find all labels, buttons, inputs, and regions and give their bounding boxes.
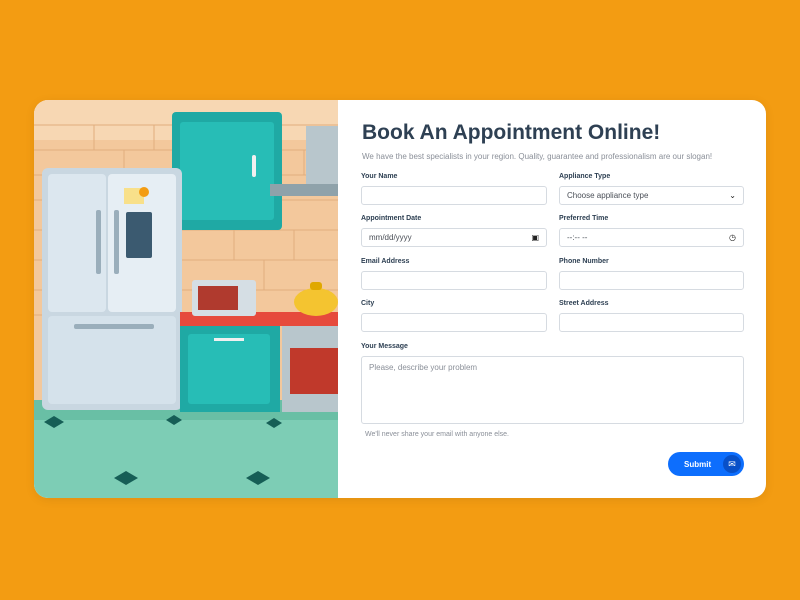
email-input[interactable] (361, 271, 547, 290)
submit-label: Submit (684, 459, 712, 469)
calendar-icon[interactable]: ▣ (531, 233, 539, 242)
submit-button[interactable]: Submit ✉ (668, 452, 744, 476)
message-label: Your Message (361, 343, 408, 350)
phone-input[interactable] (559, 271, 744, 290)
city-label: City (361, 300, 375, 307)
appointment-form: Book An Appointment Online! We have the … (338, 100, 766, 498)
privacy-hint: We'll never share your email with anyone… (365, 431, 509, 438)
your-name-input[interactable] (361, 186, 547, 205)
preferred-time-label: Preferred Time (559, 215, 609, 222)
chevron-down-icon: ⌄ (729, 190, 736, 200)
appointment-date-input[interactable]: mm/dd/yyyy ▣ (361, 228, 547, 247)
city-input[interactable] (361, 313, 547, 332)
email-label: Email Address (361, 258, 410, 265)
street-address-input[interactable] (559, 313, 744, 332)
your-name-label: Your Name (361, 173, 398, 180)
appointment-date-label: Appointment Date (361, 215, 422, 222)
message-placeholder: Please, describe your problem (369, 363, 478, 372)
message-textarea[interactable]: Please, describe your problem (361, 356, 744, 424)
preferred-time-input[interactable]: --:-- -- ◷ (559, 228, 744, 247)
page-subtitle: We have the best specialists in your reg… (362, 152, 713, 161)
appointment-date-value: mm/dd/yyyy (369, 233, 412, 242)
kitchen-illustration (34, 100, 338, 498)
appliance-type-label: Appliance Type (559, 173, 611, 180)
page-title: Book An Appointment Online! (362, 121, 661, 144)
appointment-card: Book An Appointment Online! We have the … (34, 100, 766, 498)
envelope-icon: ✉ (723, 455, 741, 473)
appliance-type-select[interactable]: Choose appliance type ⌄ (559, 186, 744, 205)
street-address-label: Street Address (559, 300, 609, 307)
phone-label: Phone Number (559, 258, 609, 265)
preferred-time-value: --:-- -- (567, 233, 588, 242)
clock-icon[interactable]: ◷ (729, 233, 736, 242)
appliance-type-value: Choose appliance type (567, 191, 649, 200)
